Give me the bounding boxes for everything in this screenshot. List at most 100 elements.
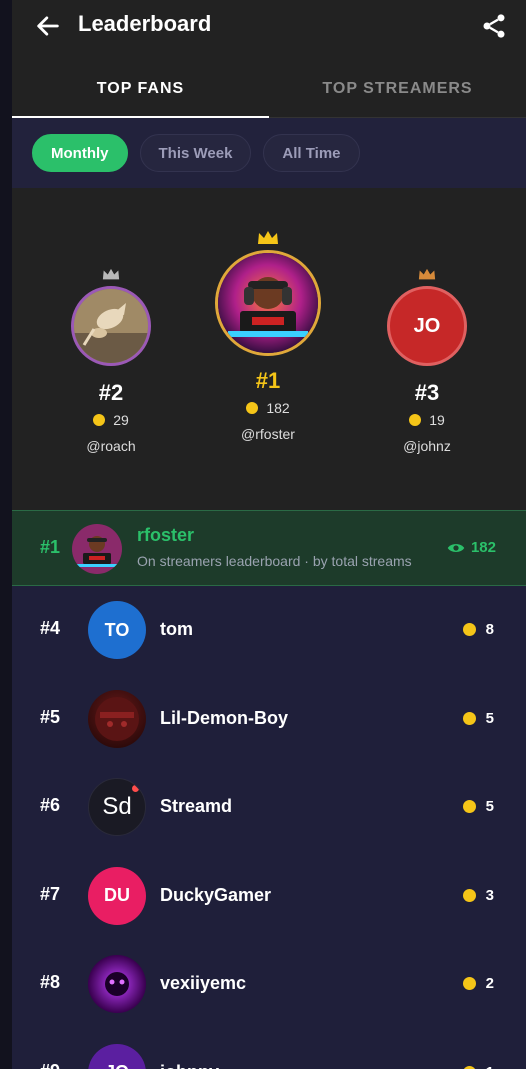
share-icon[interactable]	[480, 12, 508, 40]
streamer-avatar-art-icon	[72, 524, 122, 574]
avatar-initials: DU	[104, 885, 130, 905]
filter-all-time[interactable]: All Time	[263, 134, 360, 172]
coin-count: 5	[485, 709, 494, 727]
coin-icon	[93, 414, 106, 426]
tab-top-streamers[interactable]: TOP STREAMERS	[269, 60, 526, 118]
avatar: TO	[88, 601, 146, 659]
list-item-coins: 1	[462, 1064, 494, 1069]
list-item-coins: 5	[462, 798, 494, 815]
leaderboard-screen: Leaderboard TOP FANS TOP STREAMERS Month…	[12, 0, 526, 1069]
coin-icon	[462, 623, 476, 636]
list-item-name: vexiiyemc	[160, 973, 247, 993]
coin-count: 3	[485, 886, 494, 904]
podium-second-coins: 29	[68, 412, 154, 428]
avatar	[88, 955, 146, 1013]
coin-icon	[462, 1065, 476, 1069]
bronze-crown-icon	[418, 268, 436, 280]
list-item-name: johnny	[160, 1062, 219, 1069]
podium-second-handle: @roach	[86, 438, 136, 454]
coin-count: 2	[485, 975, 494, 992]
eye-icon	[447, 543, 465, 552]
coin-count: 1	[486, 1064, 494, 1069]
purple-glow-avatar-icon	[105, 972, 129, 996]
list-item-name: tom	[160, 619, 193, 639]
avatar: DU	[88, 866, 146, 925]
coin-count: 8	[485, 621, 494, 638]
coin-icon	[462, 711, 476, 725]
list-item-rank: #9	[40, 1061, 60, 1069]
podium-third-coins: 19	[384, 412, 470, 428]
list-item-name: DuckyGamer	[160, 884, 272, 905]
avatar: JO	[387, 286, 467, 366]
list-item-name: Lil-Demon-Boy	[160, 707, 288, 728]
leaderboard-list: #4 TO tom 8 #5 Lil-Demon-Boy 5 #6 Sd Str…	[12, 586, 526, 1069]
silver-crown-icon	[102, 268, 120, 280]
back-arrow-icon[interactable]	[34, 12, 62, 40]
list-item-coins: 8	[462, 621, 494, 638]
list-item-name: Streamd	[160, 796, 233, 816]
period-filters: Monthly This Week All Time	[12, 118, 526, 188]
tab-bar: TOP FANS TOP STREAMERS	[12, 60, 526, 118]
coin-count: 19	[429, 412, 445, 428]
podium-second[interactable]: #2 29 @roach	[68, 268, 154, 454]
list-item-coins: 3	[462, 886, 494, 904]
tab-top-fans[interactable]: TOP FANS	[12, 60, 269, 118]
podium-first-rank: #1	[255, 368, 281, 393]
avatar: JO	[88, 1043, 146, 1069]
page-title: Leaderboard	[78, 11, 212, 36]
coin-icon	[246, 402, 259, 414]
current-user-rank: #1	[40, 537, 61, 557]
coin-icon	[462, 800, 476, 813]
avatar-initials: JO	[105, 1062, 129, 1069]
left-edge-strip	[0, 0, 12, 1069]
list-item-rank: #5	[40, 706, 61, 727]
podium-first-handle: @rfoster	[241, 426, 295, 442]
dog-photo-icon	[74, 289, 148, 363]
podium-first[interactable]: #1 182 @rfoster	[208, 230, 328, 442]
list-item-rank: #4	[40, 618, 61, 638]
avatar-initials: JO	[413, 314, 441, 337]
notification-dot	[132, 785, 139, 792]
demon-avatar-art-icon	[95, 696, 139, 741]
current-user-row[interactable]: #1 rfoster On streamers leaderboard · by…	[12, 510, 526, 586]
avatar	[71, 286, 151, 366]
list-item-rank: #7	[40, 883, 61, 904]
list-item[interactable]: #5 Lil-Demon-Boy 5	[12, 675, 526, 764]
filter-monthly[interactable]: Monthly	[32, 134, 128, 172]
podium-second-rank: #2	[98, 380, 124, 405]
avatar-initials: Sd	[102, 793, 132, 820]
list-item-rank: #8	[40, 972, 61, 992]
avatar	[215, 250, 321, 356]
avatar	[72, 524, 122, 574]
podium-third-handle: @johnz	[403, 438, 451, 454]
avatar	[88, 689, 146, 748]
list-item[interactable]: #6 Sd Streamd 5	[12, 763, 526, 852]
coin-count: 5	[485, 798, 494, 815]
header: Leaderboard TOP FANS TOP STREAMERS	[12, 0, 526, 118]
view-count: 182	[470, 539, 496, 556]
gold-crown-icon	[258, 231, 278, 244]
list-item[interactable]: #7 DU DuckyGamer 3	[12, 852, 526, 941]
top-bar: Leaderboard	[12, 0, 526, 52]
coin-icon	[462, 977, 476, 990]
avatar: Sd	[88, 778, 146, 836]
list-item[interactable]: #4 TO tom 8	[12, 586, 526, 675]
list-item-rank: #6	[40, 795, 61, 815]
coin-count: 29	[113, 412, 129, 428]
list-item[interactable]: #9 JO johnny 1	[12, 1029, 526, 1069]
coin-count: 182	[266, 400, 290, 416]
current-user-subtitle: On streamers leaderboard · by total stre…	[137, 553, 412, 569]
list-item[interactable]: #8 vexiiyemc 2	[12, 940, 526, 1029]
current-user-views: 182	[447, 539, 496, 556]
avatar-initials: TO	[104, 619, 130, 640]
streamer-avatar-art-icon	[218, 253, 318, 353]
podium-first-coins: 182	[208, 400, 328, 416]
filter-this-week[interactable]: This Week	[139, 134, 252, 172]
podium-third-rank: #3	[414, 380, 440, 405]
list-item-coins: 2	[462, 975, 494, 992]
list-item-coins: 5	[462, 709, 494, 727]
coin-icon	[462, 888, 476, 902]
coin-icon	[409, 414, 422, 426]
current-user-name: rfoster	[137, 525, 195, 545]
podium-third[interactable]: JO #3 19 @johnz	[384, 268, 470, 454]
